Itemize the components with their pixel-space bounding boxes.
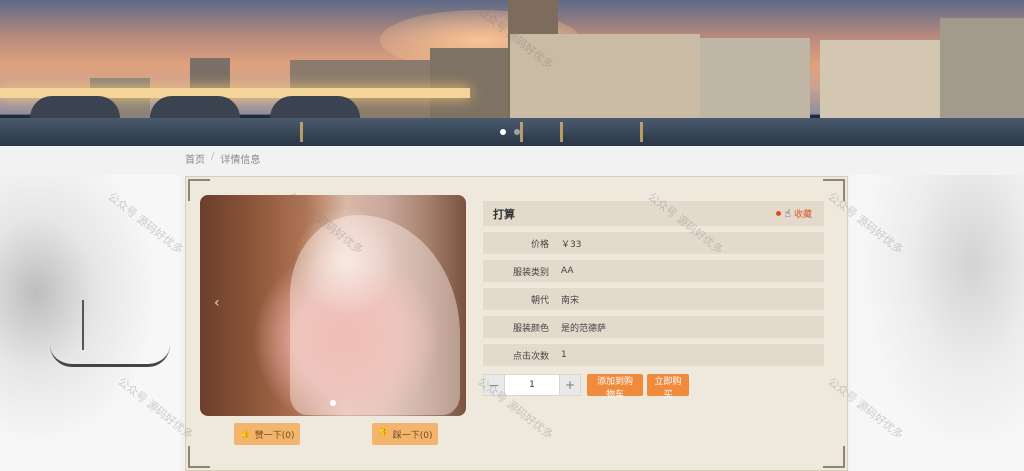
corner-ornament — [823, 179, 845, 201]
chevron-left-icon[interactable]: ‹ — [214, 295, 220, 311]
like-label: 赞一下(0) — [254, 430, 295, 441]
breadcrumb-separator: / — [211, 151, 215, 162]
field-value: ￥33 — [561, 239, 582, 250]
carousel-dots — [500, 129, 520, 135]
product-detail-panel: ‹ 👍 赞一下(0) 👎 踩一下(0) 打算 ☝ 收藏 价格 ￥33 服装类别 … — [185, 176, 848, 471]
field-row-clicks: 点击次数 1 — [483, 344, 824, 366]
ink-mountain-decoration — [850, 175, 1024, 471]
thumbs-down-icon: 👎 — [377, 429, 389, 439]
field-label: 价格 — [530, 239, 549, 250]
corner-ornament — [188, 446, 210, 468]
field-row-dynasty: 朝代 南宋 — [483, 288, 824, 310]
breadcrumb-current: 详情信息 — [220, 155, 261, 166]
bridge-arch — [270, 96, 360, 118]
dislike-label: 踩一下(0) — [392, 430, 433, 441]
field-value: 是的范德萨 — [561, 323, 607, 334]
image-carousel-dot[interactable] — [330, 400, 336, 406]
like-button[interactable]: 👍 赞一下(0) — [234, 423, 300, 445]
boat-decoration — [50, 345, 170, 367]
light-reflection — [520, 122, 523, 142]
building — [430, 48, 510, 118]
hero-banner — [0, 0, 1024, 146]
field-label: 朝代 — [530, 295, 549, 306]
carousel-dot[interactable] — [514, 129, 520, 135]
product-image[interactable]: ‹ — [200, 195, 466, 416]
boat-mast — [82, 300, 84, 350]
light-reflection — [300, 122, 303, 142]
add-to-cart-button[interactable]: 添加到购物车 — [587, 374, 643, 400]
field-label: 点击次数 — [512, 351, 549, 362]
building — [940, 18, 1024, 118]
field-row-color: 服装颜色 是的范德萨 — [483, 316, 824, 338]
field-value: AA — [561, 266, 574, 276]
breadcrumb: 首页 / 详情信息 — [185, 151, 260, 166]
quantity-stepper: － + — [483, 374, 581, 396]
corner-ornament — [823, 446, 845, 468]
buy-now-button[interactable]: 立即购买 — [647, 374, 689, 400]
building — [700, 38, 810, 118]
favorite-label: 收藏 — [793, 210, 812, 220]
field-row-price: 价格 ￥33 — [483, 232, 824, 254]
ink-mountain-decoration — [0, 175, 180, 471]
heart-icon — [776, 211, 782, 216]
product-title-bar: 打算 ☝ 收藏 — [483, 201, 824, 226]
light-reflection — [640, 122, 643, 142]
field-label: 服装颜色 — [512, 323, 549, 334]
field-value: 1 — [561, 350, 567, 360]
building — [820, 40, 940, 118]
bridge-arch — [30, 96, 120, 118]
plus-icon[interactable]: + — [559, 374, 581, 396]
thumbs-up-icon: 👍 — [239, 429, 251, 439]
field-label: 服装类别 — [512, 267, 549, 278]
bridge-arch — [150, 96, 240, 118]
light-reflection — [560, 122, 563, 142]
field-value: 南宋 — [561, 295, 580, 306]
breadcrumb-home[interactable]: 首页 — [185, 151, 205, 166]
carousel-dot[interactable] — [500, 129, 506, 135]
hand-cursor-icon: ☝ — [784, 207, 791, 220]
garment-veil — [290, 215, 460, 415]
building — [510, 34, 700, 118]
quantity-input[interactable] — [505, 374, 559, 396]
minus-icon[interactable]: － — [483, 374, 505, 396]
favorite-button[interactable]: ☝ 收藏 — [776, 207, 812, 220]
dislike-button[interactable]: 👎 踩一下(0) — [372, 423, 438, 445]
field-row-category: 服装类别 AA — [483, 260, 824, 282]
product-name: 打算 — [493, 207, 515, 221]
